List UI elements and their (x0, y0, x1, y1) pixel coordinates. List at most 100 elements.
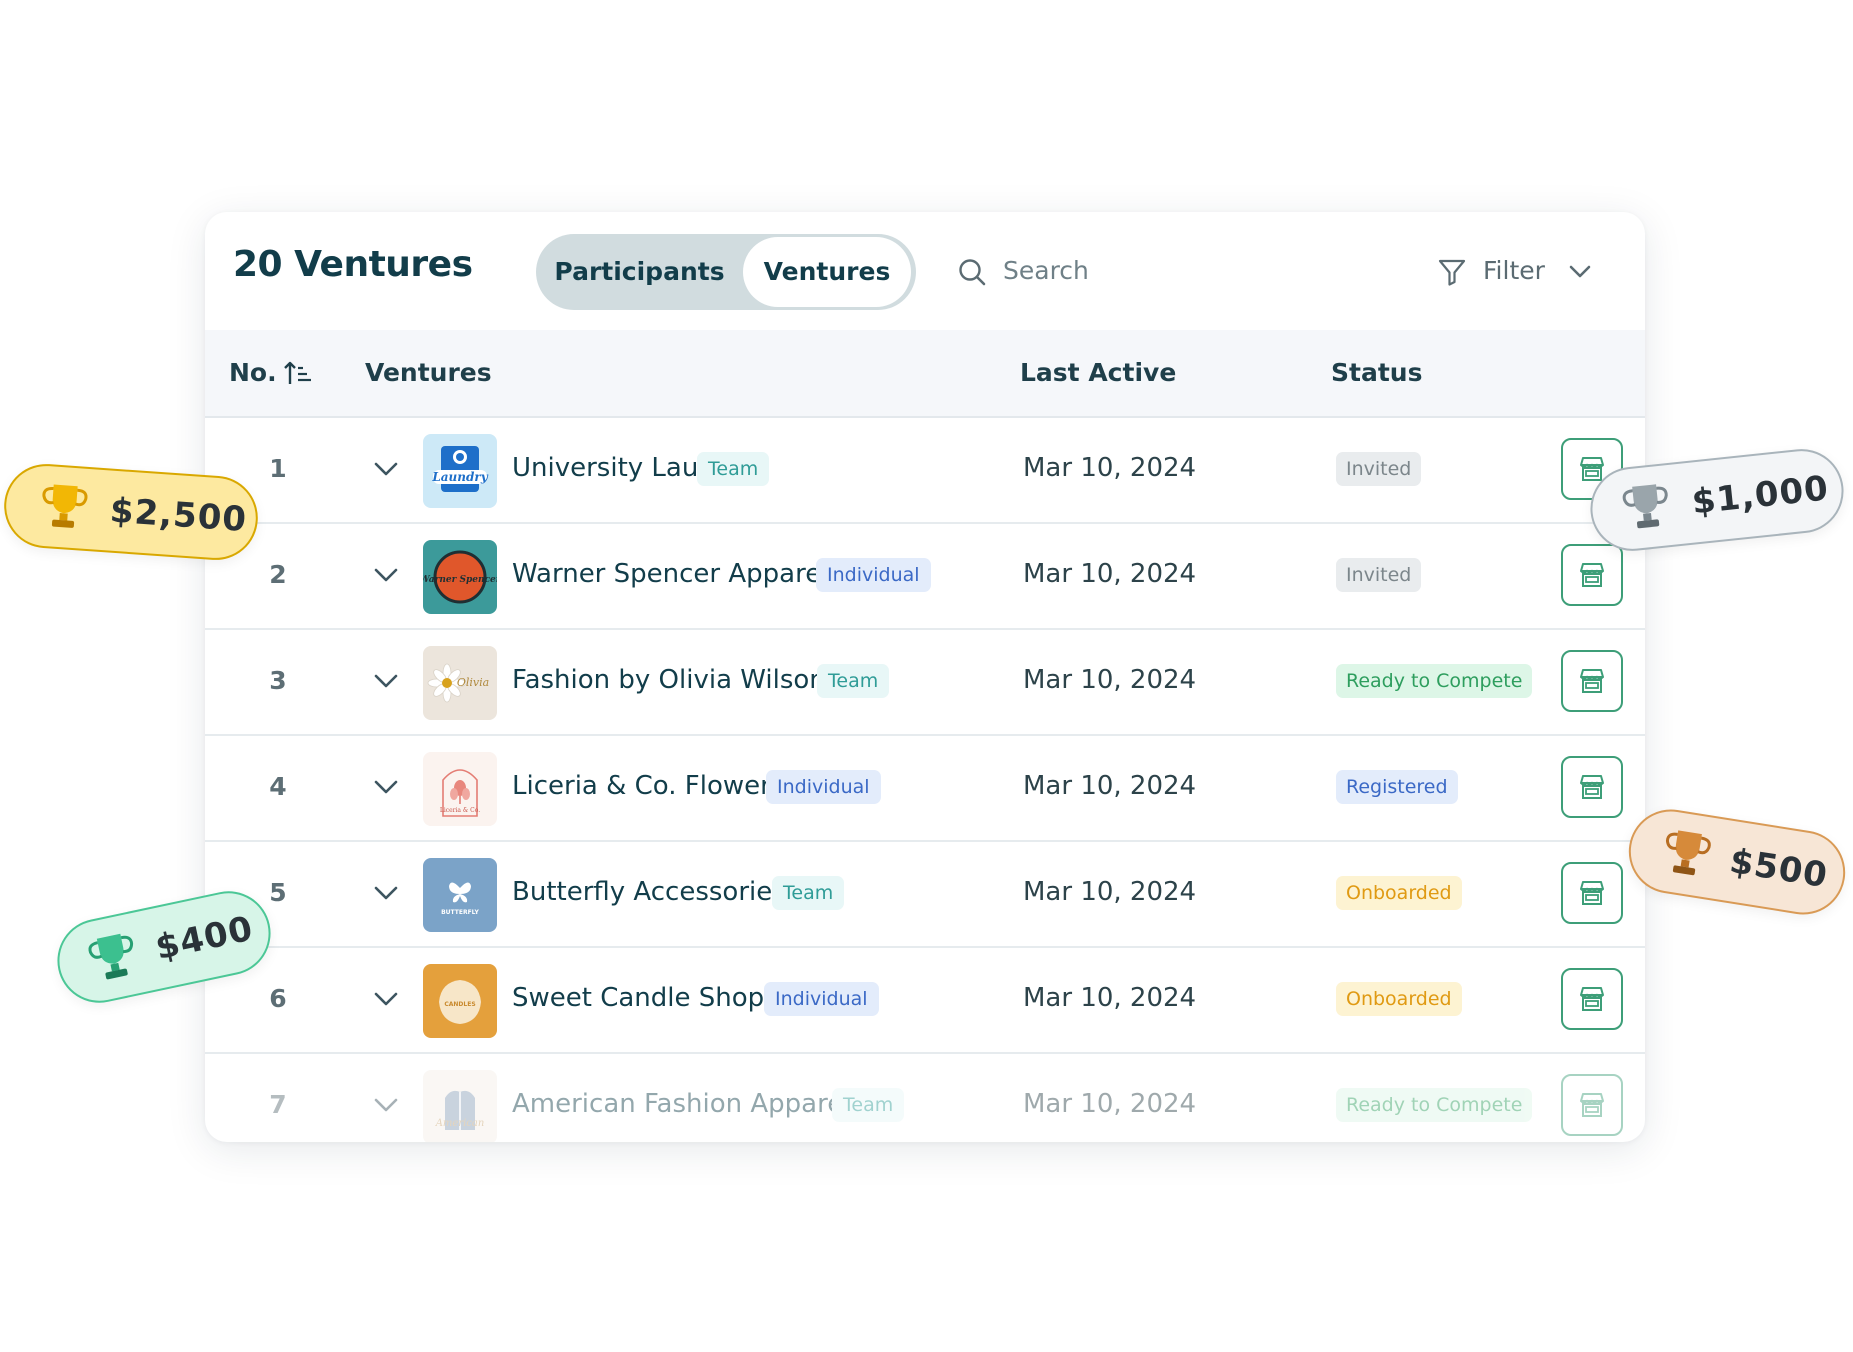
last-active: Mar 10, 2024 (1023, 1089, 1197, 1119)
storefront-icon (1580, 563, 1604, 587)
status-badge: Invited (1336, 558, 1422, 592)
column-no[interactable]: No. (229, 358, 277, 387)
last-active: Mar 10, 2024 (1023, 453, 1197, 483)
status-badge: Ready to Compete (1336, 664, 1533, 698)
row-number: 7 (269, 1090, 287, 1119)
chevron-down-icon[interactable] (373, 458, 399, 480)
storefront-icon (1580, 881, 1604, 905)
trophy-icon (88, 933, 134, 980)
type-badge: Team (772, 876, 845, 910)
venture-logo: American (423, 1070, 497, 1142)
search-placeholder: Search (1003, 256, 1089, 285)
chevron-down-icon[interactable] (373, 776, 399, 798)
storefront-button[interactable] (1561, 968, 1623, 1030)
column-ventures[interactable]: Ventures (365, 358, 492, 387)
row-number: 2 (269, 560, 287, 589)
storefront-icon (1580, 1093, 1604, 1117)
storefront-icon (1580, 775, 1604, 799)
table-row[interactable]: 3 Olivia Fashion by Olivia Wilson Team M… (205, 630, 1645, 736)
status-badge: Ready to Compete (1336, 1088, 1533, 1122)
chevron-down-icon (1569, 265, 1591, 278)
trophy-icon (42, 484, 88, 528)
storefront-icon (1580, 987, 1604, 1011)
tab-participants[interactable]: Participants (536, 234, 743, 310)
venture-logo: Laundry (423, 434, 497, 508)
svg-text:Liceria & Co.: Liceria & Co. (440, 807, 480, 814)
chevron-down-icon[interactable] (373, 988, 399, 1010)
storefront-button[interactable] (1561, 1074, 1623, 1136)
toolbar: 20 Ventures Participants Ventures Search… (205, 212, 1645, 330)
venture-name[interactable]: American Fashion Apparel (512, 1089, 850, 1119)
prize-amount: $400 (152, 908, 257, 969)
chevron-down-icon[interactable] (373, 670, 399, 692)
type-badge: Team (697, 452, 770, 486)
row-number: 4 (269, 772, 287, 801)
table-row[interactable]: 2 Warner Spencer Warner Spencer Apparel … (205, 524, 1645, 630)
svg-text:Warner Spencer: Warner Spencer (423, 575, 497, 585)
filter-icon (1438, 259, 1466, 286)
chevron-down-icon[interactable] (373, 882, 399, 904)
table-row[interactable]: 1 Laundry University Laundry Team Mar 10… (205, 418, 1645, 524)
venture-name[interactable]: Liceria & Co. Flower (512, 771, 771, 801)
search-input[interactable]: Search (957, 250, 1217, 294)
type-badge: Team (817, 664, 890, 698)
svg-text:CANDLES: CANDLES (444, 1001, 475, 1008)
prize-badge-2500: $2,500 (1, 461, 261, 563)
row-number: 5 (269, 878, 287, 907)
table-row[interactable]: 5 BUTTERFLY Butterfly Accessories Team M… (205, 842, 1645, 948)
table-row[interactable]: 7 American American Fashion Apparel Team… (205, 1054, 1645, 1142)
venture-logo: BUTTERFLY (423, 858, 497, 932)
tab-ventures[interactable]: Ventures (743, 237, 911, 307)
filter-label: Filter (1483, 256, 1545, 285)
venture-name[interactable]: Sweet Candle Shop (512, 983, 764, 1013)
venture-name[interactable]: Butterfly Accessories (512, 877, 786, 907)
table-row[interactable]: 6 CANDLES Sweet Candle Shop Individual M… (205, 948, 1645, 1054)
venture-logo: Liceria & Co. (423, 752, 497, 826)
table-row[interactable]: 4 Liceria & Co. Liceria & Co. Flower Ind… (205, 736, 1645, 842)
type-badge: Individual (766, 770, 881, 804)
venture-name[interactable]: Fashion by Olivia Wilson (512, 665, 826, 695)
prize-badge-500: $500 (1622, 803, 1852, 921)
column-status[interactable]: Status (1331, 358, 1422, 387)
search-icon (959, 259, 986, 286)
prize-amount: $500 (1726, 841, 1831, 897)
svg-text:BUTTERFLY: BUTTERFLY (441, 909, 479, 916)
venture-logo: CANDLES (423, 964, 497, 1038)
trophy-icon (1665, 830, 1711, 876)
prize-amount: $2,500 (108, 490, 249, 541)
venture-name[interactable]: Warner Spencer Apparel (512, 559, 828, 589)
venture-logo: Olivia (423, 646, 497, 720)
last-active: Mar 10, 2024 (1023, 665, 1197, 695)
last-active: Mar 10, 2024 (1023, 771, 1197, 801)
trophy-icon (1622, 484, 1668, 529)
ventures-card: 20 Ventures Participants Ventures Search… (205, 212, 1645, 1142)
status-badge: Registered (1336, 770, 1458, 804)
status-badge: Onboarded (1336, 876, 1462, 910)
sort-ascending-icon[interactable] (283, 360, 313, 386)
view-toggle: Participants Ventures (536, 234, 916, 310)
storefront-icon (1580, 669, 1604, 693)
row-number: 3 (269, 666, 287, 695)
status-badge: Invited (1336, 452, 1422, 486)
last-active: Mar 10, 2024 (1023, 559, 1197, 589)
storefront-button[interactable] (1561, 650, 1623, 712)
type-badge: Individual (816, 558, 931, 592)
storefront-button[interactable] (1561, 756, 1623, 818)
storefront-button[interactable] (1561, 862, 1623, 924)
venture-logo: Warner Spencer (423, 540, 497, 614)
column-last-active[interactable]: Last Active (1020, 358, 1176, 387)
filter-button[interactable]: Filter (1437, 250, 1617, 294)
type-badge: Team (832, 1088, 905, 1122)
storefront-button[interactable] (1561, 544, 1623, 606)
last-active: Mar 10, 2024 (1023, 877, 1197, 907)
svg-text:Olivia: Olivia (457, 676, 489, 689)
prize-amount: $1,000 (1690, 468, 1831, 523)
row-number: 1 (269, 454, 287, 483)
table-header: No. Ventures Last Active Status (205, 330, 1645, 418)
last-active: Mar 10, 2024 (1023, 983, 1197, 1013)
status-badge: Onboarded (1336, 982, 1462, 1016)
chevron-down-icon[interactable] (373, 564, 399, 586)
svg-text:American: American (435, 1118, 485, 1129)
page-title: 20 Ventures (233, 244, 473, 285)
chevron-down-icon[interactable] (373, 1094, 399, 1116)
